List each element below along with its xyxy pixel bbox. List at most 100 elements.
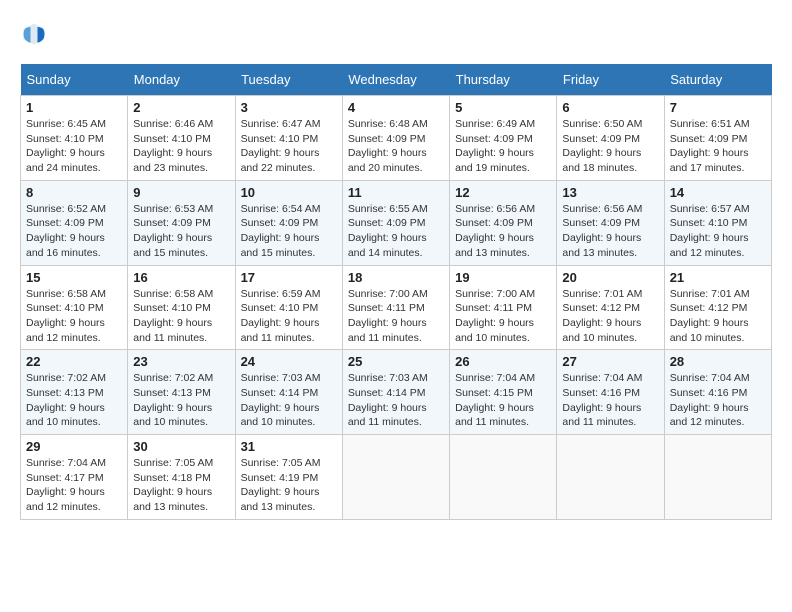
day-number: 9 <box>133 185 229 200</box>
day-number: 31 <box>241 439 337 454</box>
day-number: 18 <box>348 270 444 285</box>
calendar-week-2: 8 Sunrise: 6:52 AMSunset: 4:09 PMDaylight… <box>21 180 772 265</box>
logo <box>20 20 52 48</box>
weekday-header-monday: Monday <box>128 64 235 96</box>
day-number: 24 <box>241 354 337 369</box>
calendar-cell: 27 Sunrise: 7:04 AMSunset: 4:16 PMDayligh… <box>557 350 664 435</box>
calendar-cell: 31 Sunrise: 7:05 AMSunset: 4:19 PMDayligh… <box>235 435 342 520</box>
calendar-cell: 2 Sunrise: 6:46 AMSunset: 4:10 PMDaylight… <box>128 96 235 181</box>
day-number: 13 <box>562 185 658 200</box>
day-number: 22 <box>26 354 122 369</box>
day-info: Sunrise: 6:47 AMSunset: 4:10 PMDaylight:… <box>241 117 337 176</box>
day-info: Sunrise: 7:03 AMSunset: 4:14 PMDaylight:… <box>241 371 337 430</box>
calendar-cell: 14Sunrise: 6:57 AMSunset: 4:10 PMDayligh… <box>664 180 771 265</box>
weekday-header-saturday: Saturday <box>664 64 771 96</box>
calendar-cell <box>557 435 664 520</box>
day-number: 20 <box>562 270 658 285</box>
day-info: Sunrise: 7:01 AMSunset: 4:12 PMDaylight:… <box>562 287 658 346</box>
calendar-cell: 18 Sunrise: 7:00 AMSunset: 4:11 PMDayligh… <box>342 265 449 350</box>
day-number: 11 <box>348 185 444 200</box>
day-info: Sunrise: 6:49 AMSunset: 4:09 PMDaylight:… <box>455 117 551 176</box>
calendar-cell: 9 Sunrise: 6:53 AMSunset: 4:09 PMDaylight… <box>128 180 235 265</box>
day-number: 29 <box>26 439 122 454</box>
calendar-cell: 23Sunrise: 7:02 AMSunset: 4:13 PMDayligh… <box>128 350 235 435</box>
page-container: SundayMondayTuesdayWednesdayThursdayFrid… <box>20 20 772 520</box>
day-info: Sunrise: 6:45 AMSunset: 4:10 PMDaylight:… <box>26 117 122 176</box>
calendar-cell: 4Sunrise: 6:48 AMSunset: 4:09 PMDaylight… <box>342 96 449 181</box>
calendar-cell <box>342 435 449 520</box>
calendar-cell: 22 Sunrise: 7:02 AMSunset: 4:13 PMDayligh… <box>21 350 128 435</box>
day-number: 19 <box>455 270 551 285</box>
weekday-header-tuesday: Tuesday <box>235 64 342 96</box>
day-number: 5 <box>455 100 551 115</box>
day-info: Sunrise: 7:00 AMSunset: 4:11 PMDaylight:… <box>348 287 444 346</box>
calendar-cell: 12 Sunrise: 6:56 AMSunset: 4:09 PMDayligh… <box>450 180 557 265</box>
day-info: Sunrise: 6:52 AMSunset: 4:09 PMDaylight:… <box>26 202 122 261</box>
calendar-cell: 17Sunrise: 6:59 AMSunset: 4:10 PMDayligh… <box>235 265 342 350</box>
day-number: 3 <box>241 100 337 115</box>
day-info: Sunrise: 6:55 AMSunset: 4:09 PMDaylight:… <box>348 202 444 261</box>
day-info: Sunrise: 7:03 AMSunset: 4:14 PMDaylight:… <box>348 371 444 430</box>
calendar-week-3: 15 Sunrise: 6:58 AMSunset: 4:10 PMDayligh… <box>21 265 772 350</box>
day-info: Sunrise: 6:51 AMSunset: 4:09 PMDaylight:… <box>670 117 766 176</box>
day-number: 21 <box>670 270 766 285</box>
day-number: 2 <box>133 100 229 115</box>
calendar-table: SundayMondayTuesdayWednesdayThursdayFrid… <box>20 64 772 520</box>
day-info: Sunrise: 7:01 AMSunset: 4:12 PMDaylight:… <box>670 287 766 346</box>
weekday-header-row: SundayMondayTuesdayWednesdayThursdayFrid… <box>21 64 772 96</box>
day-number: 12 <box>455 185 551 200</box>
calendar-cell: 13 Sunrise: 6:56 AMSunset: 4:09 PMDayligh… <box>557 180 664 265</box>
day-number: 15 <box>26 270 122 285</box>
day-info: Sunrise: 6:59 AMSunset: 4:10 PMDaylight:… <box>241 287 337 346</box>
day-number: 16 <box>133 270 229 285</box>
day-info: Sunrise: 7:04 AMSunset: 4:17 PMDaylight:… <box>26 456 122 515</box>
day-number: 1 <box>26 100 122 115</box>
calendar-cell <box>450 435 557 520</box>
calendar-week-1: 1 Sunrise: 6:45 AMSunset: 4:10 PMDaylight… <box>21 96 772 181</box>
calendar-week-5: 29 Sunrise: 7:04 AMSunset: 4:17 PMDayligh… <box>21 435 772 520</box>
weekday-header-wednesday: Wednesday <box>342 64 449 96</box>
calendar-cell: 16 Sunrise: 6:58 AMSunset: 4:10 PMDayligh… <box>128 265 235 350</box>
day-number: 8 <box>26 185 122 200</box>
calendar-cell: 5 Sunrise: 6:49 AMSunset: 4:09 PMDaylight… <box>450 96 557 181</box>
day-info: Sunrise: 6:56 AMSunset: 4:09 PMDaylight:… <box>562 202 658 261</box>
day-info: Sunrise: 6:46 AMSunset: 4:10 PMDaylight:… <box>133 117 229 176</box>
day-info: Sunrise: 6:50 AMSunset: 4:09 PMDaylight:… <box>562 117 658 176</box>
day-number: 7 <box>670 100 766 115</box>
day-number: 26 <box>455 354 551 369</box>
day-number: 30 <box>133 439 229 454</box>
calendar-cell: 30 Sunrise: 7:05 AMSunset: 4:18 PMDayligh… <box>128 435 235 520</box>
day-info: Sunrise: 6:56 AMSunset: 4:09 PMDaylight:… <box>455 202 551 261</box>
calendar-body: 1 Sunrise: 6:45 AMSunset: 4:10 PMDaylight… <box>21 96 772 520</box>
logo-icon <box>20 20 48 48</box>
day-info: Sunrise: 7:05 AMSunset: 4:19 PMDaylight:… <box>241 456 337 515</box>
calendar-cell <box>664 435 771 520</box>
calendar-cell: 6 Sunrise: 6:50 AMSunset: 4:09 PMDaylight… <box>557 96 664 181</box>
day-info: Sunrise: 6:58 AMSunset: 4:10 PMDaylight:… <box>26 287 122 346</box>
day-info: Sunrise: 7:04 AMSunset: 4:15 PMDaylight:… <box>455 371 551 430</box>
calendar-cell: 15 Sunrise: 6:58 AMSunset: 4:10 PMDayligh… <box>21 265 128 350</box>
day-info: Sunrise: 6:53 AMSunset: 4:09 PMDaylight:… <box>133 202 229 261</box>
calendar-cell: 1 Sunrise: 6:45 AMSunset: 4:10 PMDaylight… <box>21 96 128 181</box>
day-info: Sunrise: 7:04 AMSunset: 4:16 PMDaylight:… <box>562 371 658 430</box>
day-info: Sunrise: 6:57 AMSunset: 4:10 PMDaylight:… <box>670 202 766 261</box>
calendar-cell: 29 Sunrise: 7:04 AMSunset: 4:17 PMDayligh… <box>21 435 128 520</box>
day-info: Sunrise: 7:02 AMSunset: 4:13 PMDaylight:… <box>26 371 122 430</box>
calendar-cell: 25Sunrise: 7:03 AMSunset: 4:14 PMDayligh… <box>342 350 449 435</box>
calendar-cell: 20 Sunrise: 7:01 AMSunset: 4:12 PMDayligh… <box>557 265 664 350</box>
calendar-cell: 28Sunrise: 7:04 AMSunset: 4:16 PMDayligh… <box>664 350 771 435</box>
day-number: 27 <box>562 354 658 369</box>
calendar-cell: 8 Sunrise: 6:52 AMSunset: 4:09 PMDaylight… <box>21 180 128 265</box>
day-number: 6 <box>562 100 658 115</box>
day-info: Sunrise: 6:58 AMSunset: 4:10 PMDaylight:… <box>133 287 229 346</box>
day-number: 4 <box>348 100 444 115</box>
day-number: 28 <box>670 354 766 369</box>
day-info: Sunrise: 7:05 AMSunset: 4:18 PMDaylight:… <box>133 456 229 515</box>
calendar-cell: 3 Sunrise: 6:47 AMSunset: 4:10 PMDaylight… <box>235 96 342 181</box>
day-info: Sunrise: 7:02 AMSunset: 4:13 PMDaylight:… <box>133 371 229 430</box>
calendar-cell: 26 Sunrise: 7:04 AMSunset: 4:15 PMDayligh… <box>450 350 557 435</box>
calendar-cell: 10Sunrise: 6:54 AMSunset: 4:09 PMDayligh… <box>235 180 342 265</box>
calendar-cell: 19Sunrise: 7:00 AMSunset: 4:11 PMDayligh… <box>450 265 557 350</box>
calendar-cell: 24 Sunrise: 7:03 AMSunset: 4:14 PMDayligh… <box>235 350 342 435</box>
weekday-header-thursday: Thursday <box>450 64 557 96</box>
